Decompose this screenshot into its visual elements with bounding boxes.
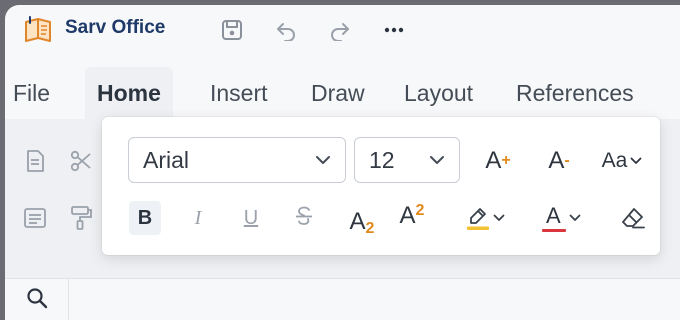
change-case-button[interactable]: Aa <box>596 144 648 178</box>
font-color-button[interactable]: A <box>536 201 586 235</box>
grow-font-mod: + <box>501 152 511 169</box>
title-bar: Sarv Office <box>5 5 680 55</box>
font-family-value: Arial <box>143 146 190 173</box>
text-block-icon <box>23 207 47 234</box>
paint-roller-icon <box>69 205 93 236</box>
tab-layout[interactable]: Layout <box>404 67 473 119</box>
app-window: Sarv Office File Home Insert Draw Layout… <box>5 5 680 320</box>
paragraph-button[interactable] <box>20 205 50 235</box>
tab-references[interactable]: References <box>516 67 634 119</box>
menu-bar: File Home Insert Draw Layout References <box>5 67 680 119</box>
font-family-select[interactable]: Arial <box>128 137 346 183</box>
font-color-label: A <box>546 203 561 228</box>
search-icon <box>26 287 48 314</box>
search-button[interactable] <box>5 279 69 320</box>
chevron-down-icon <box>315 155 331 165</box>
redo-button[interactable] <box>325 15 355 45</box>
underline-label: U <box>243 206 259 229</box>
shrink-font-mod: - <box>564 152 570 169</box>
chevron-down-icon <box>429 155 445 165</box>
redo-icon <box>329 19 351 41</box>
more-icon <box>383 19 405 41</box>
undo-button[interactable] <box>271 15 301 45</box>
change-case-label: Aa <box>601 149 628 172</box>
more-options-button[interactable] <box>379 15 409 45</box>
italic-button[interactable]: I <box>182 201 214 235</box>
subscript-mod: 2 <box>365 220 375 237</box>
italic-label: I <box>194 206 202 229</box>
chevron-down-icon <box>493 214 505 222</box>
font-format-popup: Arial 12 A + A- Aa B I U A 2 A 2 A <box>102 117 660 255</box>
bottom-bar <box>5 278 680 320</box>
app-title: Sarv Office <box>65 17 166 38</box>
bold-label: B <box>137 206 153 229</box>
subscript-button[interactable]: A2 <box>342 201 382 238</box>
tab-file[interactable]: File <box>13 67 50 119</box>
underline-button[interactable]: U <box>235 201 267 235</box>
cut-button[interactable] <box>66 148 96 178</box>
format-painter-button[interactable] <box>66 205 96 235</box>
save-button[interactable] <box>217 15 247 45</box>
superscript-base: A <box>399 202 416 229</box>
tab-insert[interactable]: Insert <box>210 67 268 119</box>
grow-font-button[interactable]: A + <box>478 144 518 178</box>
bold-button[interactable]: B <box>129 201 161 235</box>
app-logo-icon <box>22 14 54 46</box>
save-icon <box>221 19 243 41</box>
eraser-icon <box>620 206 646 230</box>
document-icon <box>24 149 46 178</box>
shrink-font-label: A <box>548 147 565 174</box>
tab-draw[interactable]: Draw <box>311 67 365 119</box>
undo-icon <box>275 19 297 41</box>
paste-button[interactable] <box>20 148 50 178</box>
font-color-swatch <box>542 228 566 232</box>
font-size-value: 12 <box>369 146 395 173</box>
font-size-select[interactable]: 12 <box>354 137 460 183</box>
shrink-font-button[interactable]: A- <box>539 144 579 178</box>
strikethrough-button[interactable] <box>288 201 320 235</box>
highlight-color-button[interactable] <box>460 201 510 235</box>
superscript-mod: 2 <box>415 202 425 219</box>
tab-home[interactable]: Home <box>85 67 173 119</box>
clear-formatting-button[interactable] <box>616 201 650 235</box>
subscript-base: A <box>349 208 366 235</box>
superscript-button[interactable]: A2 <box>392 201 432 235</box>
chevron-down-icon <box>569 214 581 222</box>
strikethrough-icon <box>294 205 314 232</box>
chevron-down-icon <box>630 157 642 165</box>
scissors-icon <box>69 149 93 178</box>
font-color-icon: A <box>541 203 567 233</box>
highlighter-icon <box>465 205 491 231</box>
grow-font-label: A <box>485 147 502 174</box>
